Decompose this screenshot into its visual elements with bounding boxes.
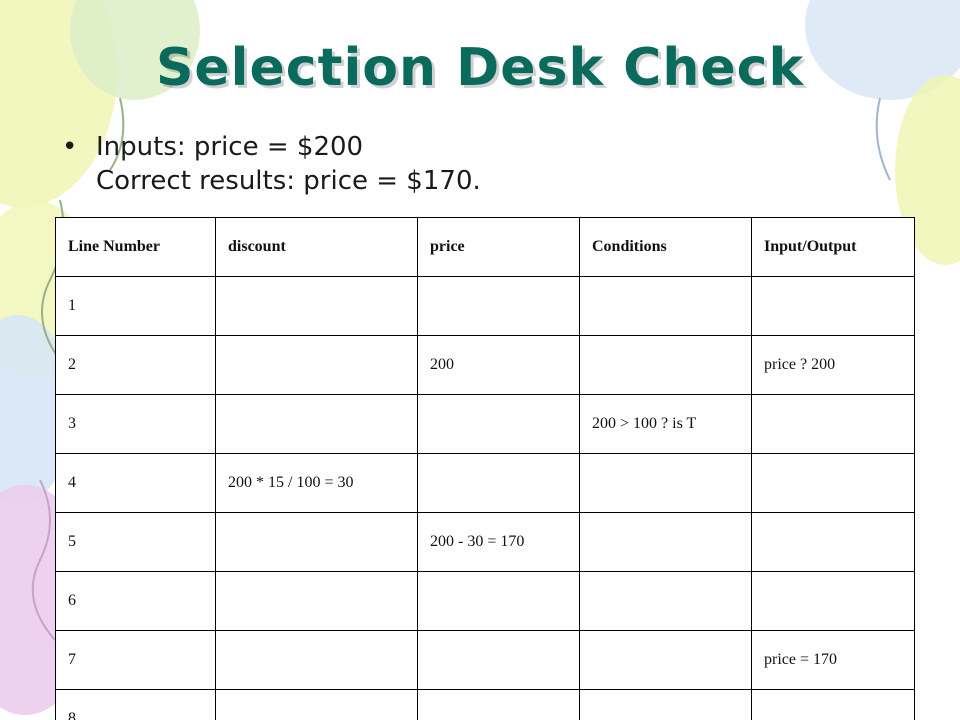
cell-input-output <box>751 512 915 572</box>
cell-conditions <box>579 689 752 720</box>
cell-line-number: 3 <box>55 394 216 454</box>
cell-line-number: 5 <box>55 512 216 572</box>
cell-line-number: 8 <box>55 689 216 720</box>
cell-line-number: 4 <box>55 453 216 513</box>
cell-line-number: 7 <box>55 630 216 690</box>
cell-line-number: 1 <box>55 276 216 336</box>
cell-discount <box>215 689 418 720</box>
table-row: 6 <box>55 571 915 631</box>
cell-conditions <box>579 571 752 631</box>
cell-discount <box>215 630 418 690</box>
cell-price <box>417 276 580 336</box>
cell-input-output <box>751 453 915 513</box>
cell-line-number: 2 <box>55 335 216 395</box>
bullet-line-results: Correct results: price = $170. <box>96 166 481 196</box>
cell-price: 200 <box>417 335 580 395</box>
cell-conditions <box>579 276 752 336</box>
table-row: 3 200 > 100 ? is T <box>55 394 915 454</box>
cell-discount <box>215 512 418 572</box>
header-line-number: Line Number <box>55 217 216 277</box>
table-row: 4 200 * 15 / 100 = 30 <box>55 453 915 513</box>
cell-input-output <box>751 394 915 454</box>
bullet-list: • Inputs: price = $200 Correct results: … <box>62 130 902 198</box>
cell-price <box>417 571 580 631</box>
slide: Selection Desk Check • Inputs: price = $… <box>0 0 960 720</box>
cell-input-output <box>751 689 915 720</box>
table-row: 7 price = 170 <box>55 630 915 690</box>
header-conditions: Conditions <box>579 217 752 277</box>
header-discount: discount <box>215 217 418 277</box>
cell-conditions: 200 > 100 ? is T <box>579 394 752 454</box>
cell-input-output: price ? 200 <box>751 335 915 395</box>
cell-price <box>417 689 580 720</box>
cell-price: 200 - 30 = 170 <box>417 512 580 572</box>
cell-price <box>417 453 580 513</box>
table-row: 5 200 - 30 = 170 <box>55 512 915 572</box>
cell-conditions <box>579 453 752 513</box>
bullet-dot-icon: • <box>62 132 78 162</box>
bullet-item: • Inputs: price = $200 Correct results: … <box>62 130 902 198</box>
cell-discount <box>215 335 418 395</box>
header-price: price <box>417 217 580 277</box>
cell-conditions <box>579 335 752 395</box>
table-header-row: Line Number discount price Conditions In… <box>55 217 915 277</box>
cell-input-output: price = 170 <box>751 630 915 690</box>
cell-price <box>417 630 580 690</box>
cell-discount: 200 * 15 / 100 = 30 <box>215 453 418 513</box>
cell-conditions <box>579 630 752 690</box>
table-row: 1 <box>55 276 915 336</box>
cell-discount <box>215 276 418 336</box>
desk-check-table: Line Number discount price Conditions In… <box>55 217 915 720</box>
cell-line-number: 6 <box>55 571 216 631</box>
table-row: 2 200 price ? 200 <box>55 335 915 395</box>
cell-price <box>417 394 580 454</box>
cell-input-output <box>751 571 915 631</box>
cell-input-output <box>751 276 915 336</box>
slide-title: Selection Desk Check <box>155 38 805 98</box>
table-row: 8 <box>55 689 915 720</box>
cell-discount <box>215 571 418 631</box>
header-input-output: Input/Output <box>751 217 915 277</box>
cell-conditions <box>579 512 752 572</box>
bullet-line-inputs: Inputs: price = $200 <box>96 132 364 162</box>
cell-discount <box>215 394 418 454</box>
